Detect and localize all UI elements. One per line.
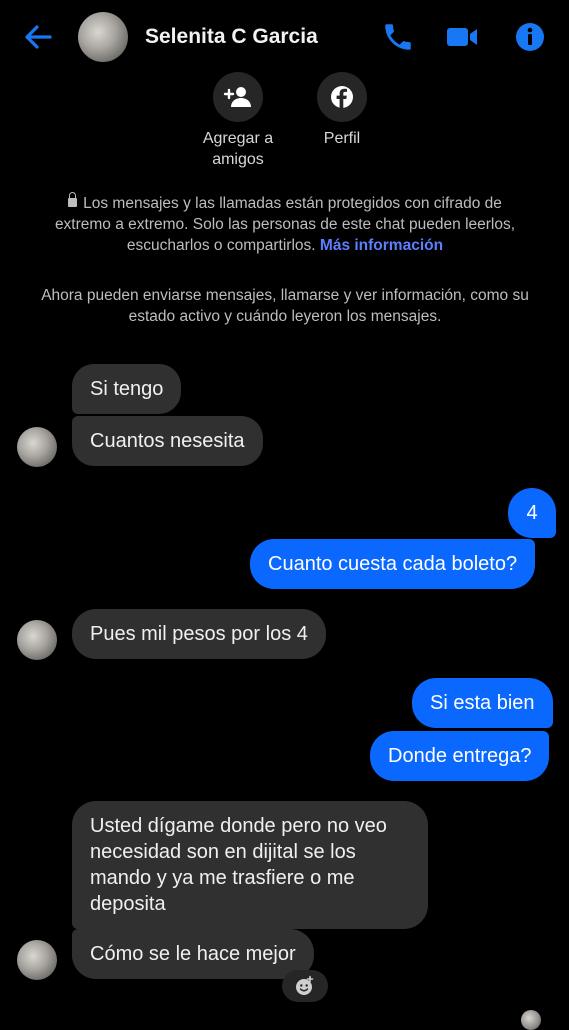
facebook-icon — [317, 72, 367, 122]
message-bubble-incoming[interactable]: Pues mil pesos por los 4 — [72, 609, 326, 659]
message-bubble-incoming[interactable]: Cómo se le hace mejor — [72, 929, 314, 979]
add-reaction-icon — [296, 975, 314, 995]
back-arrow-icon[interactable] — [22, 22, 54, 52]
more-info-link[interactable]: Más información — [320, 237, 443, 254]
message-bubble-outgoing[interactable]: Si esta bien — [412, 678, 553, 728]
status-notice: Ahora pueden enviarse mensajes, llamarse… — [41, 287, 529, 325]
contact-avatar[interactable] — [78, 12, 128, 62]
message-bubble-incoming[interactable]: Si tengo — [72, 364, 182, 414]
profile-label: Perfil — [323, 130, 361, 147]
message-bubble-incoming[interactable]: Cuantos nesesita — [72, 416, 263, 466]
sender-avatar[interactable] — [17, 427, 57, 467]
message-bubble-outgoing[interactable]: Donde entrega? — [370, 731, 550, 781]
add-reaction-button[interactable] — [282, 970, 328, 1002]
add-friend-label: Agregar a amigos — [202, 130, 274, 168]
lock-icon — [68, 192, 78, 207]
sender-avatar[interactable] — [17, 940, 57, 980]
read-receipt-avatar — [521, 1010, 541, 1030]
profile-button[interactable]: Perfil — [282, 72, 402, 149]
add-friend-button[interactable]: Agregar a amigos — [178, 72, 298, 170]
encryption-text: Los mensajes y las llamadas están proteg… — [54, 195, 516, 254]
video-camera-icon[interactable] — [445, 20, 479, 54]
message-bubble-outgoing[interactable]: Cuanto cuesta cada boleto? — [250, 539, 536, 589]
chat-header: Selenita C Garcia — [0, 0, 569, 74]
encryption-notice: Los mensajes y las llamadas están proteg… — [40, 192, 530, 256]
phone-icon[interactable] — [381, 20, 415, 54]
info-icon[interactable] — [513, 20, 547, 54]
add-person-icon — [213, 72, 263, 122]
message-bubble-outgoing[interactable]: 4 — [508, 488, 556, 538]
contact-name[interactable]: Selenita C Garcia — [145, 25, 318, 49]
sender-avatar[interactable] — [17, 620, 57, 660]
message-bubble-incoming[interactable]: Usted dígame donde pero no veo necesidad… — [72, 801, 428, 929]
